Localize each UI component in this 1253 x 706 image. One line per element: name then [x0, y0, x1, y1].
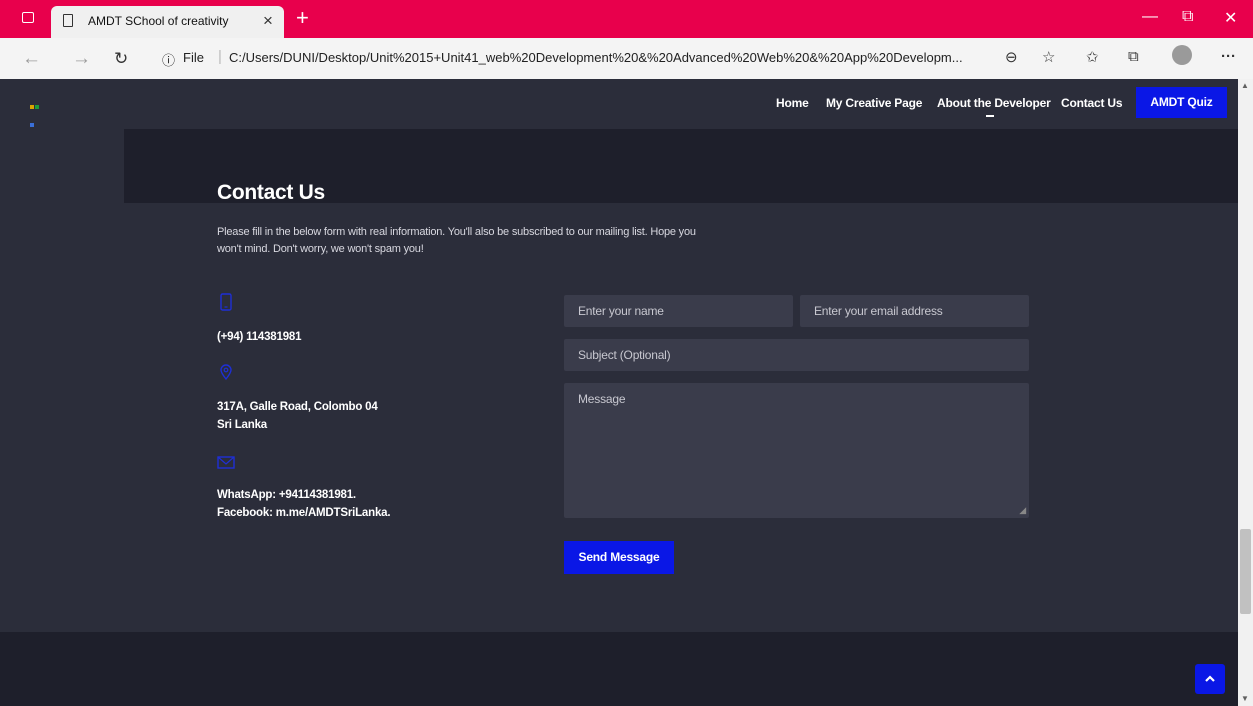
browser-tab[interactable]: AMDT SChool of creativity × [51, 6, 284, 38]
chevron-up-icon [1205, 675, 1215, 682]
back-icon[interactable]: ← [22, 48, 41, 70]
intro-text: Please fill in the below form with real … [217, 224, 777, 258]
send-message-button[interactable]: Send Message [564, 541, 674, 574]
browser-title-bar: AMDT SChool of creativity × + — ⧉ ✕ [0, 0, 1253, 38]
location-pin-icon [220, 364, 232, 381]
browser-toolbar: ← → ↻ ⓘ File | C:/Users/DUNI/Desktop/Uni… [0, 38, 1253, 79]
name-input[interactable]: Enter your name [564, 295, 793, 327]
restore-icon[interactable]: ⧉ [1182, 8, 1193, 26]
back-to-top-button[interactable] [1195, 664, 1225, 694]
tab-title: AMDT SChool of creativity [88, 14, 229, 28]
url-text[interactable]: C:/Users/DUNI/Desktop/Unit%2015+Unit41_w… [229, 50, 989, 65]
nav-home[interactable]: Home [776, 96, 809, 110]
page-scrollbar[interactable]: ▲ ▼ [1238, 79, 1253, 706]
address-line-1: 317A, Galle Road, Colombo 04 [217, 401, 378, 413]
message-textarea[interactable]: Message ◢ [564, 383, 1029, 518]
add-favorite-icon[interactable]: ☆ [1042, 48, 1055, 66]
email-input[interactable]: Enter your email address [800, 295, 1029, 327]
phone-number: (+94) 114381981 [217, 331, 302, 343]
nav-my-creative-page[interactable]: My Creative Page [826, 96, 922, 110]
more-icon[interactable]: ··· [1221, 48, 1236, 65]
page-title: Contact Us [217, 181, 325, 204]
amdt-quiz-button[interactable]: AMDT Quiz [1136, 87, 1227, 118]
refresh-icon[interactable]: ↻ [114, 49, 128, 69]
tab-actions-icon[interactable] [22, 12, 34, 23]
site-info-icon[interactable]: ⓘ [162, 50, 175, 69]
nav-active-indicator [986, 115, 994, 117]
phone-icon [220, 293, 232, 311]
whatsapp-contact: WhatsApp: +94114381981. [217, 489, 356, 501]
address: 317A, Galle Road, Colombo 04 Sri Lanka [217, 398, 378, 434]
nav-contact-us[interactable]: Contact Us [1061, 96, 1123, 110]
profile-avatar-icon[interactable] [1172, 45, 1192, 65]
intro-line-1: Please fill in the below form with real … [217, 226, 696, 238]
social-contacts: WhatsApp: +94114381981. Facebook: m.me/A… [217, 486, 391, 522]
minimize-icon[interactable]: — [1142, 8, 1158, 26]
site-logo[interactable] [30, 96, 44, 127]
page-icon [63, 14, 73, 27]
tab-close-icon[interactable]: × [263, 11, 273, 31]
url-divider: | [218, 48, 222, 65]
envelope-icon [217, 456, 235, 469]
collections-icon[interactable]: ⧉ [1128, 48, 1139, 65]
site-header: Home My Creative Page About the Develope… [0, 79, 1238, 129]
scroll-down-icon[interactable]: ▼ [1241, 694, 1249, 703]
message-placeholder: Message [578, 392, 626, 406]
page-viewport: Home My Creative Page About the Develope… [0, 79, 1238, 706]
favorites-icon[interactable]: ✩ [1086, 48, 1099, 66]
facebook-contact: Facebook: m.me/AMDTSriLanka. [217, 507, 391, 519]
forward-icon[interactable]: → [72, 48, 91, 70]
footer [0, 632, 1238, 706]
new-tab-icon[interactable]: + [296, 5, 309, 31]
resize-handle-icon[interactable]: ◢ [1019, 505, 1026, 516]
zoom-icon[interactable]: ⊖ [1005, 48, 1018, 66]
intro-line-2: won't mind. Don't worry, we won't spam y… [217, 243, 424, 255]
close-window-icon[interactable]: ✕ [1224, 8, 1237, 28]
scroll-thumb[interactable] [1240, 529, 1251, 614]
nav-about-developer[interactable]: About the Developer [937, 96, 1051, 110]
url-scheme-label: File [183, 50, 204, 65]
address-bar[interactable]: ⓘ File | C:/Users/DUNI/Desktop/Unit%2015… [150, 44, 1055, 73]
scroll-up-icon[interactable]: ▲ [1241, 81, 1249, 90]
subject-input[interactable]: Subject (Optional) [564, 339, 1029, 371]
address-line-2: Sri Lanka [217, 419, 267, 431]
